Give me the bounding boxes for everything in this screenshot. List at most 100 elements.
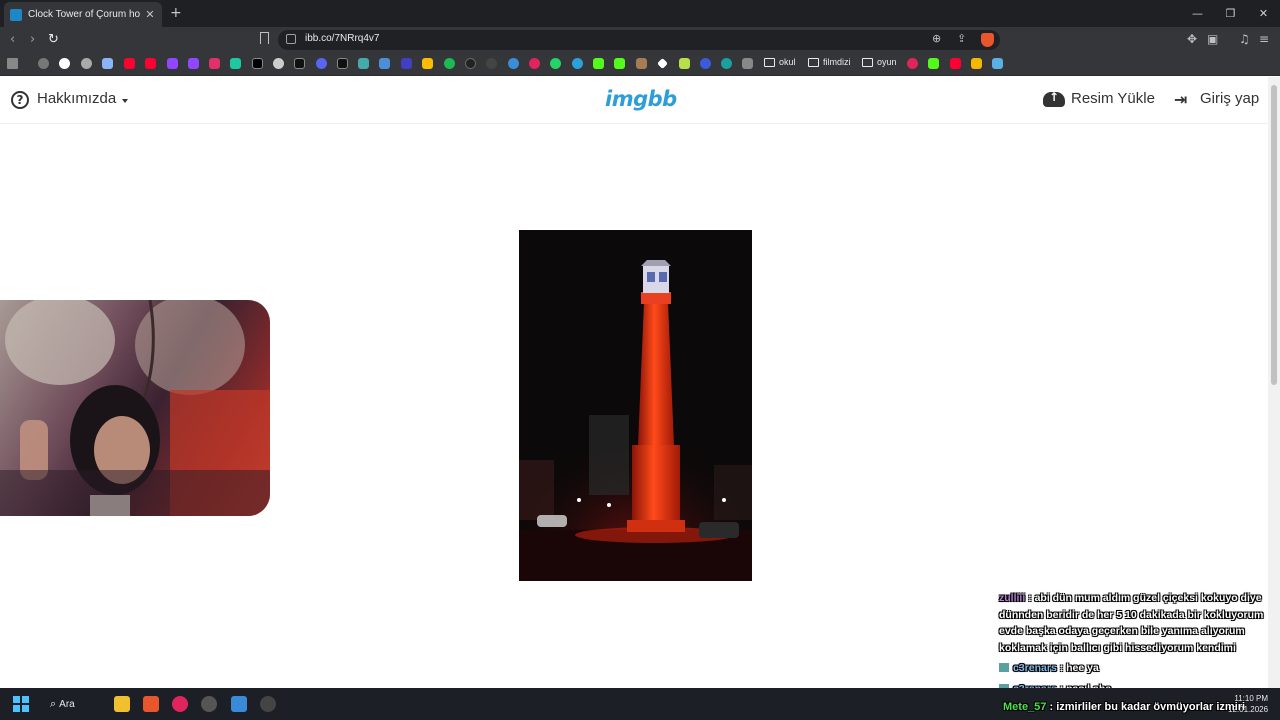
x-icon[interactable]: [252, 58, 263, 69]
chat-badge-icon: [999, 663, 1009, 672]
bookmark-link-icon[interactable]: [721, 58, 732, 69]
sign-in-icon[interactable]: ⇥: [1174, 90, 1187, 109]
photos-icon[interactable]: [231, 696, 247, 712]
folder-label: oyun: [877, 57, 897, 67]
youtube-icon[interactable]: [950, 58, 961, 69]
close-tab-icon[interactable]: ✕: [144, 8, 156, 21]
github-icon[interactable]: [486, 58, 497, 69]
back-icon[interactable]: ‹: [10, 32, 15, 47]
file-explorer-icon[interactable]: [114, 696, 130, 712]
hosted-image-clock-tower[interactable]: [519, 230, 752, 581]
bookmark-folder-oyun[interactable]: oyun: [862, 57, 897, 67]
kick-icon[interactable]: [593, 58, 604, 69]
reload-icon[interactable]: ↻: [48, 32, 59, 47]
new-tab-icon[interactable]: +: [170, 5, 182, 21]
youtube-icon[interactable]: [124, 58, 135, 69]
kick-icon[interactable]: [614, 58, 625, 69]
chat-username: zulliii: [999, 592, 1026, 604]
minimize-icon[interactable]: —: [1181, 0, 1214, 27]
spotify-icon[interactable]: [444, 58, 455, 69]
twitch-icon[interactable]: [167, 58, 178, 69]
folder-icon: [808, 57, 819, 67]
bookmark-link-icon[interactable]: [273, 58, 284, 69]
page-scrollbar[interactable]: [1268, 77, 1280, 688]
imgbb-logo[interactable]: imgbb: [605, 87, 677, 111]
bookmark-link-icon[interactable]: [992, 58, 1003, 69]
bookmark-folder-okul[interactable]: okul: [764, 57, 796, 67]
bookmark-link-icon[interactable]: [230, 58, 241, 69]
scrollbar-thumb[interactable]: [1271, 85, 1277, 385]
instagram-icon[interactable]: [209, 58, 220, 69]
bookmark-link-icon[interactable]: [401, 58, 412, 69]
chat-username: Mete_57: [1003, 701, 1047, 713]
site-info-icon[interactable]: [286, 34, 296, 44]
chevron-down-icon[interactable]: [122, 99, 128, 103]
brave-browser-icon[interactable]: [143, 696, 159, 712]
bookmark-icon[interactable]: [260, 32, 269, 44]
bookmark-link-icon[interactable]: [465, 58, 476, 69]
folder-label: filmdizi: [823, 57, 851, 67]
youtube-icon[interactable]: [145, 58, 156, 69]
telegram-icon[interactable]: [572, 58, 583, 69]
google-icon[interactable]: [59, 58, 70, 69]
windows-start-icon[interactable]: [13, 696, 29, 712]
star-icon[interactable]: [971, 58, 982, 69]
obs-icon[interactable]: [201, 696, 217, 712]
app-icon[interactable]: [260, 696, 276, 712]
bookmark-folder-filmdizi[interactable]: filmdizi: [808, 57, 851, 67]
imgbb-favicon-icon: [10, 8, 22, 21]
search-label: Ara: [59, 698, 75, 710]
webcam-feed: [0, 300, 270, 516]
browser-tab-strip: Clock Tower of Çorum hosted at ✕ + — ❐ ✕: [0, 0, 1280, 27]
chat-latest-message: Mete_57 : izmirliler bu kadar övmüyorlar…: [1003, 701, 1245, 713]
search-icon: ⌕: [50, 697, 57, 710]
bookmark-link-icon[interactable]: [679, 58, 690, 69]
bookmark-link-icon[interactable]: [81, 58, 92, 69]
bookmark-link-icon[interactable]: [700, 58, 711, 69]
menu-icon[interactable]: ≡: [1259, 32, 1269, 46]
bookmark-link-icon[interactable]: [358, 58, 369, 69]
webcam-overlay: [0, 300, 270, 516]
twitch-icon[interactable]: [188, 58, 199, 69]
upload-image-button[interactable]: Resim Yükle: [1071, 90, 1155, 107]
gemini-icon[interactable]: [102, 58, 113, 69]
history-icon[interactable]: [38, 58, 49, 69]
cloud-upload-icon[interactable]: [1043, 90, 1065, 107]
bookmark-link-icon[interactable]: [742, 58, 753, 69]
url-text[interactable]: ibb.co/7NRrq4v7: [305, 33, 379, 44]
bookmark-link-icon[interactable]: [636, 58, 647, 69]
bookmark-link-icon[interactable]: [907, 58, 918, 69]
bookmark-link-icon[interactable]: [657, 58, 668, 69]
restore-icon[interactable]: ❐: [1214, 0, 1247, 27]
browser-tab-active[interactable]: Clock Tower of Çorum hosted at ✕: [4, 2, 162, 27]
apps-grid-icon[interactable]: [7, 58, 18, 69]
edge-icon[interactable]: [508, 58, 519, 69]
extensions-icon[interactable]: ✥: [1187, 32, 1197, 46]
chat-text: : abi dün mum aldım güzel çiçeksi kokuyo…: [999, 592, 1264, 654]
brave-shield-icon[interactable]: [981, 33, 994, 47]
clock-tower-photo: [519, 230, 752, 581]
drive-icon[interactable]: [422, 58, 433, 69]
login-button[interactable]: Giriş yap: [1200, 90, 1259, 107]
kick-icon[interactable]: [928, 58, 939, 69]
question-icon[interactable]: ?: [11, 91, 29, 109]
bookmark-link-icon[interactable]: [529, 58, 540, 69]
clock-date: 12.01.2026: [1228, 705, 1269, 714]
zoom-icon[interactable]: ⊕: [932, 32, 941, 45]
address-bar[interactable]: ibb.co/7NRrq4v7 ⊕ ⇪: [278, 30, 1000, 50]
system-clock[interactable]: 11:10 PM 12.01.2026: [1228, 693, 1268, 715]
close-window-icon[interactable]: ✕: [1247, 0, 1280, 27]
whatsapp-icon[interactable]: [550, 58, 561, 69]
folder-icon: [862, 57, 873, 67]
wallet-icon[interactable]: ▣: [1207, 32, 1218, 46]
forward-icon[interactable]: ›: [30, 32, 35, 47]
media-icon[interactable]: ♫: [1239, 32, 1250, 46]
taskbar-search[interactable]: ⌕ Ara: [50, 694, 75, 714]
media-player-icon[interactable]: [172, 696, 188, 712]
discord-icon[interactable]: [316, 58, 327, 69]
translate-icon[interactable]: [379, 58, 390, 69]
capcut-icon[interactable]: [337, 58, 348, 69]
about-menu[interactable]: Hakkımızda: [37, 90, 116, 107]
share-icon[interactable]: ⇪: [957, 32, 966, 45]
tiktok-icon[interactable]: [294, 58, 305, 69]
